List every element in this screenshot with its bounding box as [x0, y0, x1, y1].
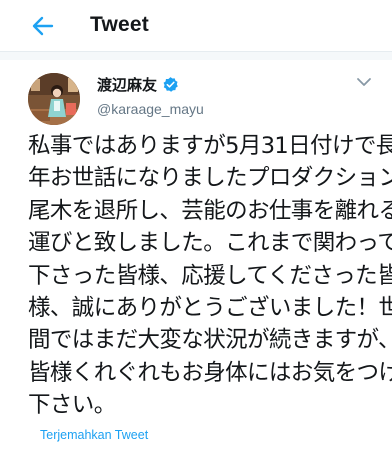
user-handle[interactable]: @karaage_mayu: [97, 101, 204, 117]
display-name[interactable]: 渡辺麻友: [97, 74, 157, 95]
tweet-line: 下さった皆様、応援してくださった皆: [28, 262, 392, 289]
tweet-line: 尾木を退所し、芸能のお仕事を離れる: [28, 197, 392, 224]
tweet-text: 私事ではありますが5月31日付けで長 年お世話になりましたプロダクション 尾木を…: [28, 130, 392, 422]
avatar-image: [28, 73, 80, 125]
tweet-line: 下さい。: [28, 392, 116, 419]
verified-badge-icon: [163, 76, 178, 92]
top-bar: Tweet: [0, 0, 392, 52]
arrow-left-icon: [32, 16, 54, 36]
display-name-row: 渡辺麻友: [97, 72, 204, 96]
tweet-line: 皆様くれぐれもお身体にはお気をつけ: [28, 359, 392, 386]
author-block: 渡辺麻友 @karaage_mayu: [97, 72, 204, 118]
tweet-line: 間ではまだ大変な状況が続きますが、: [28, 327, 392, 354]
section-divider: [0, 52, 392, 60]
page-title: Tweet: [90, 13, 149, 36]
chevron-down-icon: [357, 78, 371, 86]
translate-tweet-link[interactable]: Terjemahkan Tweet: [40, 428, 148, 442]
tweet-menu-button[interactable]: [356, 74, 372, 88]
tweet-line: 運びと致しました。これまで関わって: [28, 230, 392, 257]
tweet-line: 年お世話になりましたプロダクション: [28, 165, 392, 192]
tweet-line: 私事ではありますが5月31日付けで長: [28, 133, 392, 159]
back-button[interactable]: [30, 14, 56, 38]
tweet-page: Tweet 渡辺麻友 @karaage_mayu 私事ではありますが5月31日付…: [0, 0, 392, 461]
tweet-line: 様、誠にありがとうございました！世: [28, 295, 392, 322]
avatar[interactable]: [28, 73, 80, 125]
